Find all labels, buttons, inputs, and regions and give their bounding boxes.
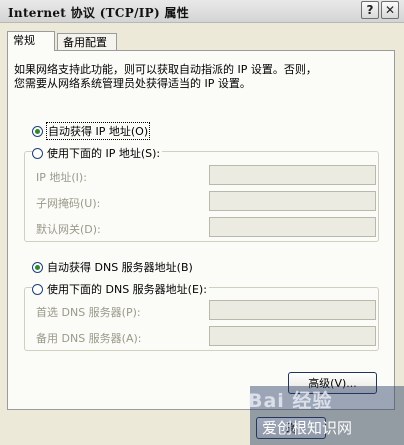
description-line-1: 如果网络支持此功能，则可以获取自动指派的 IP 设置。否则， — [14, 63, 317, 76]
description-text: 如果网络支持此功能，则可以获取自动指派的 IP 设置。否则， 您需要从网络系统管… — [14, 63, 384, 91]
default-gateway-label: 默认网关(D): — [36, 223, 101, 236]
manual-dns-label: 使用下面的 DNS 服务器地址(E): — [47, 283, 207, 296]
watermark-text: 爱创根知识网 — [262, 419, 353, 437]
preferred-dns-label: 首选 DNS 服务器(P): — [36, 306, 141, 319]
subnet-mask-input[interactable] — [209, 191, 376, 211]
help-button[interactable]: ? — [361, 1, 379, 19]
tab-alternate-config-label: 备用配置 — [63, 36, 107, 49]
tab-general[interactable]: 常规 — [7, 31, 55, 51]
ip-address-input[interactable] — [209, 165, 376, 185]
alternate-dns-label: 备用 DNS 服务器(A): — [36, 332, 142, 345]
default-gateway-input[interactable] — [209, 217, 376, 237]
close-button[interactable]: ✕ — [381, 1, 399, 19]
auto-dns-radio[interactable]: 自动获得 DNS 服务器地址(B) — [32, 259, 193, 275]
preferred-dns-input[interactable] — [209, 300, 376, 320]
tab-general-label: 常规 — [13, 34, 35, 47]
tcpip-properties-dialog: Internet 协议 (TCP/IP) 属性 ? ✕ 常规 备用配置 如果网络… — [0, 0, 404, 445]
radio-selected-icon — [32, 125, 43, 137]
manual-dns-radio[interactable]: 使用下面的 DNS 服务器地址(E): — [32, 281, 209, 297]
ip-address-label: IP 地址(I): — [36, 171, 87, 184]
radio-unselected-icon — [32, 283, 43, 295]
title-bar: Internet 协议 (TCP/IP) 属性 ? ✕ — [0, 0, 404, 23]
watermark-logo: Bai 经验 — [248, 390, 333, 412]
alternate-dns-input[interactable] — [209, 326, 376, 346]
manual-ip-label: 使用下面的 IP 地址(S): — [47, 147, 161, 160]
manual-ip-radio[interactable]: 使用下面的 IP 地址(S): — [32, 145, 163, 161]
auto-ip-label: 自动获得 IP 地址(O) — [45, 122, 151, 140]
radio-selected-icon — [32, 261, 43, 273]
radio-unselected-icon — [32, 147, 43, 159]
tab-alternate-config[interactable]: 备用配置 — [57, 33, 117, 50]
window-title: Internet 协议 (TCP/IP) 属性 — [8, 6, 190, 20]
auto-ip-radio[interactable]: 自动获得 IP 地址(O) — [32, 122, 151, 140]
subnet-mask-label: 子网掩码(U): — [36, 197, 101, 210]
help-icon: ? — [366, 3, 374, 17]
close-icon: ✕ — [384, 3, 396, 17]
description-line-2: 您需要从网络系统管理员处获得适当的 IP 设置。 — [14, 77, 251, 90]
auto-dns-label: 自动获得 DNS 服务器地址(B) — [47, 261, 193, 274]
